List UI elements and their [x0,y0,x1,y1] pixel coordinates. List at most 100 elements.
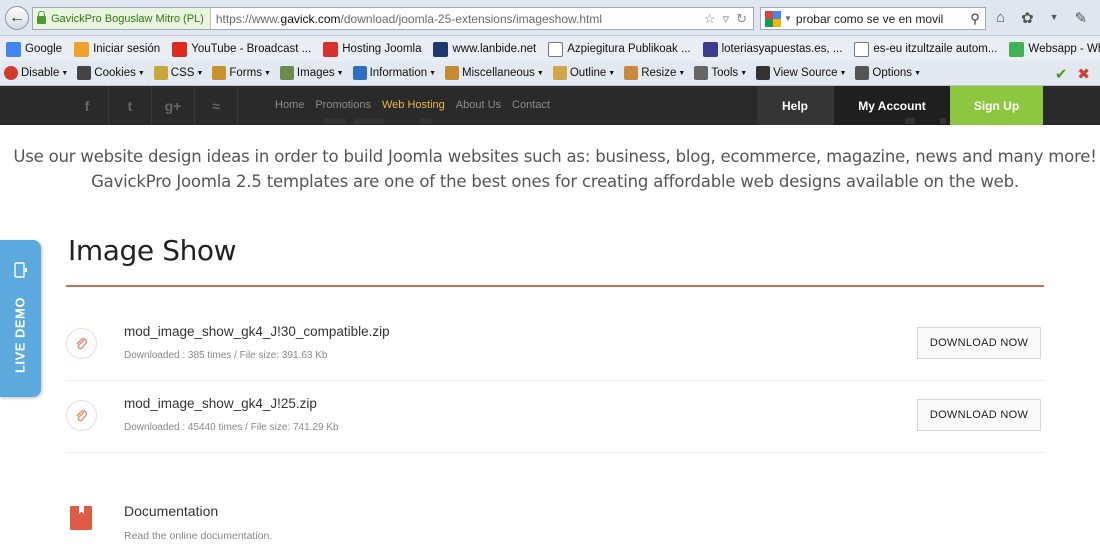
images-icon [279,66,294,80]
addon-icon[interactable]: ✿ [1021,9,1034,27]
google-icon[interactable] [765,10,781,27]
caret-down-icon: ▼ [336,69,344,77]
whatsapp-icon [1009,41,1025,57]
twitter-icon[interactable]: t [109,86,152,125]
nav-link-contact[interactable]: Contact [512,99,550,111]
information-icon [352,66,367,80]
rss-icon[interactable]: ≈ [195,86,238,125]
caret-down-icon: ▼ [196,69,204,77]
bookmark-item[interactable]: Hosting Joomla [323,41,421,57]
bookmark-item[interactable]: loteriasyapuestas.es, ... [702,41,843,57]
bookmark-item[interactable]: www.lanbide.net [433,41,537,57]
url-prefix: https://www. [215,11,281,26]
toolbar-menu-label: Forms [229,67,262,79]
caret-down-icon: ▼ [740,69,748,77]
bookmark-label: Google [25,43,63,55]
toolbar-menu-options[interactable]: Options ▼ [855,66,921,80]
site-identity-badge[interactable]: GavickPro Boguslaw Mitro (PL) [33,8,211,29]
nav-link-promotions[interactable]: Promotions [315,99,371,111]
address-bar[interactable]: GavickPro Boguslaw Mitro (PL) https://ww… [32,7,754,30]
documentation-link[interactable]: Documentation [124,503,218,519]
toolbar-menu-miscellaneous[interactable]: Miscellaneous ▼ [445,66,544,80]
checkmark-icon[interactable]: ✔ [1055,65,1068,83]
book-icon [70,506,92,530]
device-icon [14,262,27,278]
file-name[interactable]: mod_image_show_gk4_J!25.zip [124,396,317,411]
browser-chrome: ← GavickPro Boguslaw Mitro (PL) https://… [0,0,1100,86]
toolbar-menu-information[interactable]: Information ▼ [352,66,436,80]
cookies-icon [77,66,92,80]
bookmark-item[interactable]: Azpiegitura Publikoak ... [548,41,691,57]
star-icon[interactable]: ☆ [704,11,716,27]
cropped-heading-remnant [324,118,946,124]
magnifier-icon[interactable]: ⚲ [965,11,985,27]
search-bar[interactable]: ▼ probar como se ve en movil ⚲ [760,7,986,30]
search-input[interactable]: probar como se ve en movil [792,12,965,26]
joomla-icon [323,41,339,57]
toolbar-menu-images[interactable]: Images ▼ [279,66,344,80]
bookmark-item[interactable]: Iniciar sesión [74,41,161,57]
disable-icon [4,66,18,80]
bookmark-item[interactable]: Google [6,41,63,57]
toolbar-menu-label: Images [296,67,335,79]
bookmark-label: www.lanbide.net [452,43,537,55]
paperclip-icon [66,328,97,359]
bookmark-label: Websapp - Whatsapp ... [1028,43,1100,55]
caret-down-icon: ▼ [263,69,271,77]
nav-link-home[interactable]: Home [275,99,304,111]
toolbar-menu-outline[interactable]: Outline ▼ [552,66,615,80]
search-engine-dropdown-icon[interactable]: ▼ [784,14,792,23]
reload-icon[interactable]: ↻ [736,11,747,27]
url-path: /download/joomla-25-extensions/imageshow… [340,11,603,26]
nav-link-web-hosting[interactable]: Web Hosting [382,99,445,111]
nav-link-about-us[interactable]: About Us [456,99,501,111]
facebook-icon[interactable]: f [66,86,109,125]
toolbar-menu-label: Tools [711,67,739,79]
bookmark-label: loteriasyapuestas.es, ... [721,43,843,55]
toolbar-menu-forms[interactable]: Forms ▼ [212,66,271,80]
pen-icon[interactable]: ✎ [1075,9,1088,27]
download-row: mod_image_show_gk4_J!30_compatible.zip D… [66,309,1044,381]
bookmark-label: Azpiegitura Publikoak ... [567,43,691,55]
back-arrow-icon[interactable]: ← [5,6,29,30]
close-icon[interactable]: ✖ [1077,65,1090,83]
file-name[interactable]: mod_image_show_gk4_J!30_compatible.zip [124,324,390,339]
toolbar-menu-view-source[interactable]: View Source ▼ [756,66,846,80]
toolbar-menu-tools[interactable]: Tools ▼ [694,66,747,80]
bookmark-item[interactable]: YouTube - Broadcast ... [172,41,312,57]
toolbar-menu-label: Outline [569,67,607,79]
title-divider [66,285,1044,287]
toolbar-menu-disable[interactable]: Disable ▼ [4,66,68,80]
css-icon [153,66,168,80]
dropdown-arrow-icon[interactable]: ▿ [723,11,730,27]
live-demo-tab[interactable]: LIVE DEMO [0,240,41,397]
home-icon[interactable]: ⌂ [996,9,1005,27]
view-source-icon [756,66,771,80]
download-now-button[interactable]: DOWNLOAD NOW [917,327,1041,359]
intro-line-1: Use our website design ideas in order to… [13,147,1097,166]
google-plus-icon[interactable]: g+ [152,86,195,125]
site-identity-label: GavickPro Boguslaw Mitro (PL) [51,12,204,25]
lottery-icon [702,41,718,57]
paperclip-icon [66,400,97,431]
download-now-button[interactable]: DOWNLOAD NOW [917,399,1041,431]
caret-down-icon: ▼ [61,69,69,77]
menu-dropdown-icon[interactable]: ▼ [1050,9,1059,27]
bookmark-item[interactable]: Websapp - Whatsapp ... [1009,41,1100,57]
navigation-toolbar: ← GavickPro Boguslaw Mitro (PL) https://… [0,0,1100,36]
toolbar-menu-resize[interactable]: Resize ▼ [624,66,685,80]
caret-down-icon: ▼ [137,69,145,77]
outline-icon [552,66,567,80]
main-navigation: Home Promotions Web Hosting About Us Contact [275,99,550,111]
miscellaneous-icon [445,66,460,80]
bookmark-label: Iniciar sesión [93,43,161,55]
toolbar-menu-cookies[interactable]: Cookies ▼ [77,66,145,80]
bookmark-item[interactable]: es-eu itzultzaile autom... [854,41,997,57]
toolbar-menu-label: Options [872,67,913,79]
lock-icon [37,10,46,24]
url-text[interactable]: https://www.gavick.com/download/joomla-2… [211,12,704,26]
page-icon [548,41,564,57]
sign-up-button[interactable]: Sign Up [950,86,1043,125]
toolbar-menu-css[interactable]: CSS ▼ [153,66,204,80]
bookmark-label: YouTube - Broadcast ... [191,43,312,55]
